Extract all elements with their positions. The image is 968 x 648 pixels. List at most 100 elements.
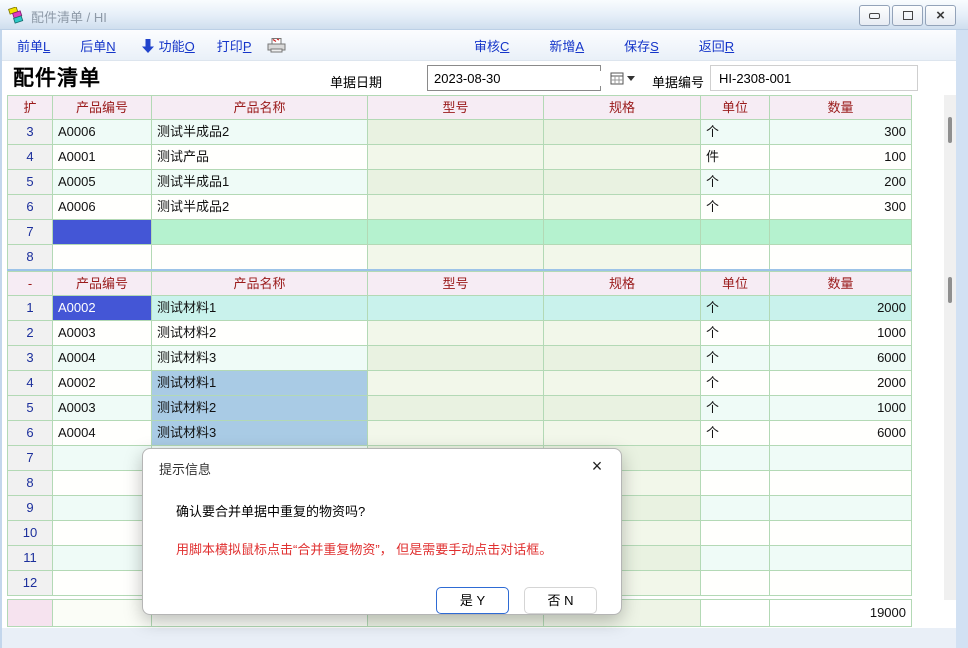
row-number[interactable]: 5 xyxy=(8,170,53,195)
grid-cell[interactable]: 1000 xyxy=(770,396,912,421)
grid-cell[interactable]: 300 xyxy=(770,195,912,220)
grid-cell[interactable] xyxy=(544,371,701,396)
new-button[interactable]: 新增A xyxy=(549,36,584,55)
grid-cell[interactable]: 个 xyxy=(701,346,770,371)
grid-cell[interactable]: 个 xyxy=(701,170,770,195)
grid-cell[interactable] xyxy=(53,496,152,521)
dialog-close-icon[interactable]: × xyxy=(581,453,613,479)
grid-cell[interactable]: 个 xyxy=(701,396,770,421)
row-number[interactable]: 4 xyxy=(8,145,53,170)
grid-cell[interactable] xyxy=(544,321,701,346)
no-button[interactable]: 否 N xyxy=(524,587,597,614)
grid-cell[interactable] xyxy=(544,195,701,220)
next-doc-button[interactable]: 后单N xyxy=(80,36,115,55)
scrollbar-thumb-bottom[interactable] xyxy=(948,277,952,303)
grid-cell[interactable] xyxy=(544,296,701,321)
grid-cell[interactable] xyxy=(544,346,701,371)
grid-cell[interactable]: 测试材料2 xyxy=(152,396,368,421)
grid-cell[interactable] xyxy=(368,371,544,396)
grid-cell[interactable]: A0004 xyxy=(53,346,152,371)
grid-cell[interactable] xyxy=(770,471,912,496)
grid-cell[interactable]: 测试材料3 xyxy=(152,346,368,371)
grid-cell[interactable]: 个 xyxy=(701,371,770,396)
grid-cell[interactable]: 200 xyxy=(770,170,912,195)
row-number[interactable]: 11 xyxy=(8,546,53,571)
chevron-down-icon[interactable] xyxy=(627,76,635,81)
grid-cell[interactable]: 测试材料1 xyxy=(152,296,368,321)
row-number[interactable]: 7 xyxy=(8,220,53,245)
audit-button[interactable]: 审核C xyxy=(474,36,509,55)
grid-cell[interactable]: 件 xyxy=(701,145,770,170)
grid-cell[interactable]: A0002 xyxy=(53,296,152,321)
row-number[interactable]: 8 xyxy=(8,471,53,496)
grid-cell[interactable] xyxy=(544,120,701,145)
doc-no-input[interactable] xyxy=(711,66,917,90)
grid-cell[interactable] xyxy=(152,245,368,270)
grid-cell[interactable] xyxy=(701,496,770,521)
grid-cell[interactable]: 测试材料3 xyxy=(152,421,368,446)
grid-cell[interactable] xyxy=(544,396,701,421)
grid-cell[interactable]: 个 xyxy=(701,321,770,346)
save-button[interactable]: 保存S xyxy=(624,36,659,55)
doc-date-picker[interactable] xyxy=(427,65,601,91)
grid-cell[interactable] xyxy=(368,346,544,371)
row-number[interactable]: 10 xyxy=(8,521,53,546)
grid-cell[interactable] xyxy=(701,471,770,496)
grid-cell[interactable]: 测试材料1 xyxy=(152,371,368,396)
grid-cell[interactable] xyxy=(544,145,701,170)
grid-cell[interactable] xyxy=(53,446,152,471)
grid-cell[interactable]: 个 xyxy=(701,120,770,145)
printer-icon[interactable] xyxy=(267,38,286,53)
back-button[interactable]: 返回R xyxy=(699,36,734,55)
row-number[interactable]: 7 xyxy=(8,446,53,471)
grid-cell[interactable] xyxy=(53,220,152,245)
grid-cell[interactable] xyxy=(368,421,544,446)
grid-cell[interactable] xyxy=(770,571,912,596)
grid-cell[interactable] xyxy=(152,220,368,245)
grid-cell[interactable] xyxy=(770,546,912,571)
grid-cell[interactable]: 测试半成品2 xyxy=(152,195,368,220)
grid-cell[interactable] xyxy=(368,170,544,195)
grid-cell[interactable]: A0001 xyxy=(53,145,152,170)
grid-cell[interactable]: A0003 xyxy=(53,321,152,346)
row-number[interactable]: 1 xyxy=(8,296,53,321)
print-button[interactable]: 打印P xyxy=(217,36,252,55)
grid-cell[interactable]: 测试材料2 xyxy=(152,321,368,346)
grid-cell[interactable] xyxy=(368,120,544,145)
grid-cell[interactable]: 测试半成品1 xyxy=(152,170,368,195)
close-button[interactable]: × xyxy=(925,5,956,26)
grid-cell[interactable] xyxy=(53,471,152,496)
row-number[interactable]: 5 xyxy=(8,396,53,421)
grid-cell[interactable] xyxy=(53,571,152,596)
grid-cell[interactable] xyxy=(701,245,770,270)
grid-cell[interactable]: 个 xyxy=(701,421,770,446)
grid-cell[interactable] xyxy=(368,145,544,170)
grid-cell[interactable] xyxy=(701,220,770,245)
grid-cell[interactable]: 6000 xyxy=(770,346,912,371)
grid-cell[interactable] xyxy=(770,521,912,546)
grid-cell[interactable] xyxy=(368,321,544,346)
grid-cell[interactable] xyxy=(368,245,544,270)
prev-doc-button[interactable]: 前单L xyxy=(17,36,50,55)
row-number[interactable]: 3 xyxy=(8,346,53,371)
yes-button[interactable]: 是 Y xyxy=(436,587,509,614)
grid-cell[interactable]: A0002 xyxy=(53,371,152,396)
row-number[interactable]: 2 xyxy=(8,321,53,346)
grid-cell[interactable] xyxy=(701,571,770,596)
grid-cell[interactable]: 100 xyxy=(770,145,912,170)
grid-cell[interactable]: A0003 xyxy=(53,396,152,421)
doc-date-input[interactable] xyxy=(428,71,610,86)
row-number[interactable]: 6 xyxy=(8,195,53,220)
grid-cell[interactable]: 2000 xyxy=(770,296,912,321)
grid-cell[interactable] xyxy=(368,195,544,220)
grid-cell[interactable]: A0004 xyxy=(53,421,152,446)
row-number[interactable]: 9 xyxy=(8,496,53,521)
grid-cell[interactable] xyxy=(53,521,152,546)
vertical-scrollbar[interactable] xyxy=(944,95,956,600)
grid-cell[interactable]: A0006 xyxy=(53,120,152,145)
grid-cell[interactable] xyxy=(770,220,912,245)
grid-cell[interactable]: 2000 xyxy=(770,371,912,396)
grid-cell[interactable] xyxy=(770,496,912,521)
maximize-button[interactable] xyxy=(892,5,923,26)
grid-cell[interactable] xyxy=(701,521,770,546)
